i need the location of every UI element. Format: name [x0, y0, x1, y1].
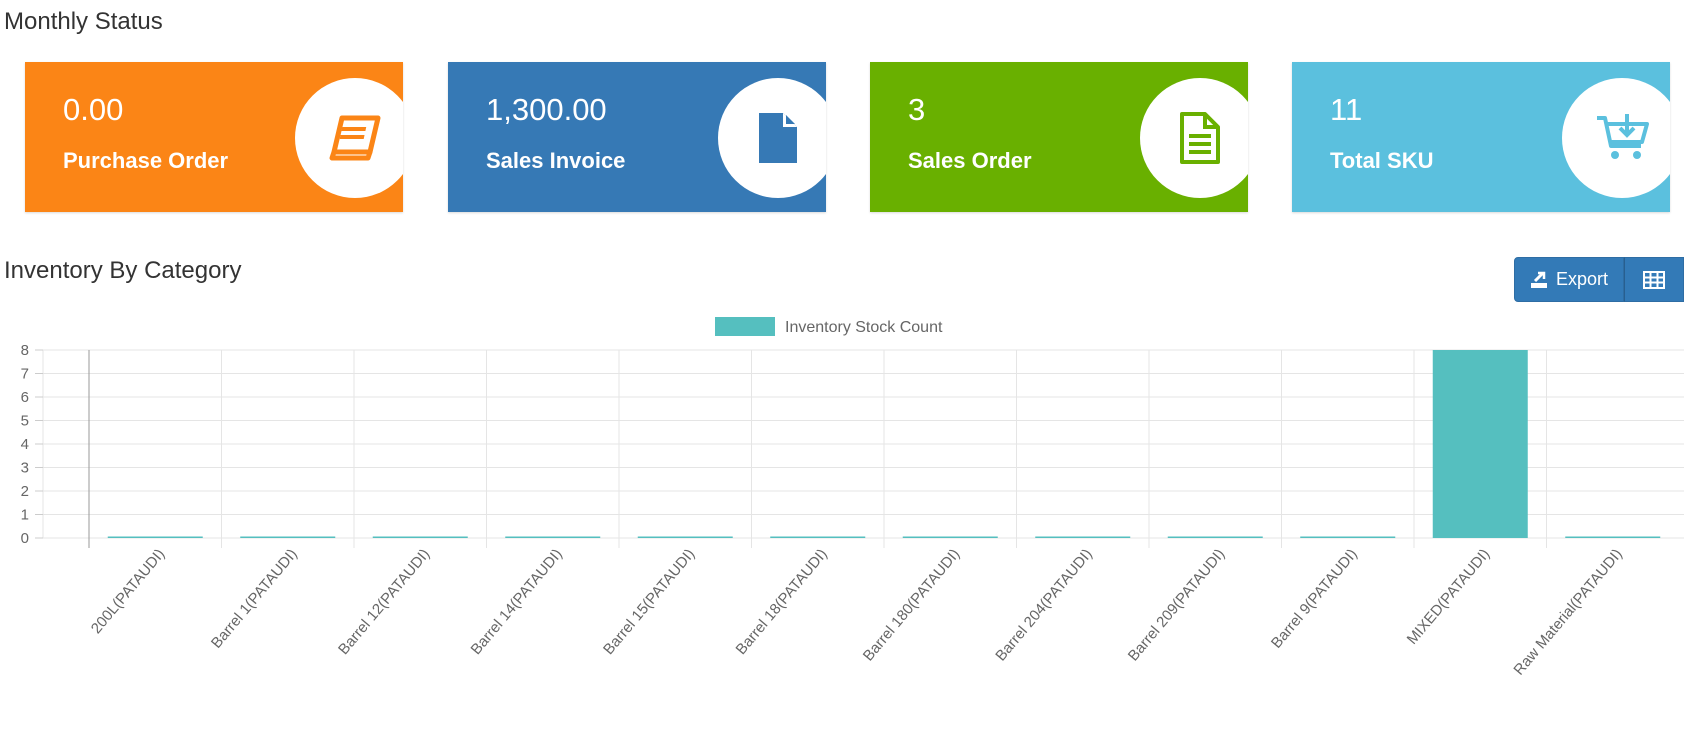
x-tick-label: Barrel 1(PATAUDI)	[208, 546, 301, 652]
total-sku-label: Total SKU	[1330, 148, 1434, 173]
inventory-by-category-title: Inventory By Category	[4, 257, 242, 284]
bar[interactable]	[240, 536, 336, 539]
sales-order-card[interactable]: 3 Sales Order	[870, 62, 1248, 212]
x-tick-label: Barrel 12(PATAUDI)	[335, 546, 433, 658]
inventory-bar-chart: Inventory Stock Count 0 1 2 3 4 5 6 7 8 200L(PAT…	[21, 317, 1684, 679]
x-tick-label: Raw Material(PATAUDI)	[1510, 546, 1625, 679]
export-icon	[1530, 271, 1547, 288]
purchase-order-icon-circle	[295, 78, 403, 198]
chart-legend[interactable]: Inventory Stock Count	[715, 317, 943, 336]
file-icon	[759, 113, 797, 163]
bar[interactable]	[1300, 536, 1396, 539]
y-tick-label: 3	[21, 460, 29, 477]
bar[interactable]	[372, 536, 468, 539]
bar[interactable]	[505, 536, 601, 539]
x-tick-label: 200L(PATAUDI)	[88, 546, 169, 637]
cart-download-icon	[1597, 114, 1649, 159]
monthly-status-title: Monthly Status	[4, 8, 163, 35]
x-tick-label: Barrel 18(PATAUDI)	[733, 546, 831, 658]
dashboard-page: Monthly Status 0.00 Purchase Order 1,300…	[0, 0, 1684, 732]
bar[interactable]	[1035, 536, 1131, 539]
sales-order-icon-circle	[1140, 78, 1248, 198]
bar[interactable]	[1565, 536, 1661, 539]
export-button[interactable]: Export	[1514, 257, 1624, 302]
x-tick-label: Barrel 9(PATAUDI)	[1268, 546, 1361, 652]
y-tick-label: 6	[21, 389, 29, 406]
y-tick-label: 0	[21, 530, 29, 547]
sales-invoice-value: 1,300.00	[486, 92, 607, 127]
x-tick-label: Barrel 209(PATAUDI)	[1125, 546, 1229, 665]
total-sku-value: 11	[1330, 92, 1363, 127]
x-tick-label: MIXED(PATAUDI)	[1404, 546, 1494, 648]
y-tick-label: 4	[21, 436, 29, 453]
book-icon	[329, 115, 381, 161]
bar[interactable]	[902, 536, 998, 539]
bar[interactable]	[1432, 350, 1528, 538]
x-tick-label: Barrel 15(PATAUDI)	[600, 546, 698, 658]
legend-swatch	[715, 317, 775, 336]
table-view-button[interactable]	[1624, 257, 1684, 302]
chart-toolbar: Export	[1514, 257, 1684, 302]
bar[interactable]	[637, 536, 733, 539]
sales-invoice-label: Sales Invoice	[486, 148, 626, 173]
status-cards: 0.00 Purchase Order 1,300.00 Sales Invoi…	[25, 62, 1684, 212]
purchase-order-value: 0.00	[63, 92, 124, 127]
y-axis: 0 1 2 3 4 5 6 7 8	[21, 342, 43, 547]
total-sku-card[interactable]: 11 Total SKU	[1292, 62, 1670, 212]
x-tick-label: Barrel 180(PATAUDI)	[860, 546, 964, 665]
total-sku-icon-circle	[1562, 78, 1670, 198]
file-text-icon	[1180, 112, 1220, 164]
legend-label: Inventory Stock Count	[785, 319, 943, 336]
y-tick-label: 8	[21, 342, 29, 359]
y-tick-label: 7	[21, 366, 29, 383]
purchase-order-label: Purchase Order	[63, 148, 229, 173]
bar[interactable]	[770, 536, 866, 539]
x-axis: 200L(PATAUDI) Barrel 1(PATAUDI) Barrel 12(…	[88, 546, 1626, 679]
table-icon	[1643, 270, 1665, 289]
sales-invoice-card[interactable]: 1,300.00 Sales Invoice	[448, 62, 826, 212]
purchase-order-card[interactable]: 0.00 Purchase Order	[25, 62, 403, 212]
x-tick-label: Barrel 204(PATAUDI)	[992, 546, 1096, 665]
sales-invoice-icon-circle	[718, 78, 826, 198]
export-button-label: Export	[1555, 269, 1609, 289]
bar[interactable]	[1167, 536, 1263, 539]
y-tick-label: 5	[21, 413, 29, 430]
y-tick-label: 1	[21, 507, 29, 524]
x-tick-label: Barrel 14(PATAUDI)	[468, 546, 566, 658]
sales-order-label: Sales Order	[908, 148, 1032, 173]
sales-order-value: 3	[908, 92, 926, 127]
bar[interactable]	[107, 536, 203, 539]
y-tick-label: 2	[21, 483, 29, 500]
